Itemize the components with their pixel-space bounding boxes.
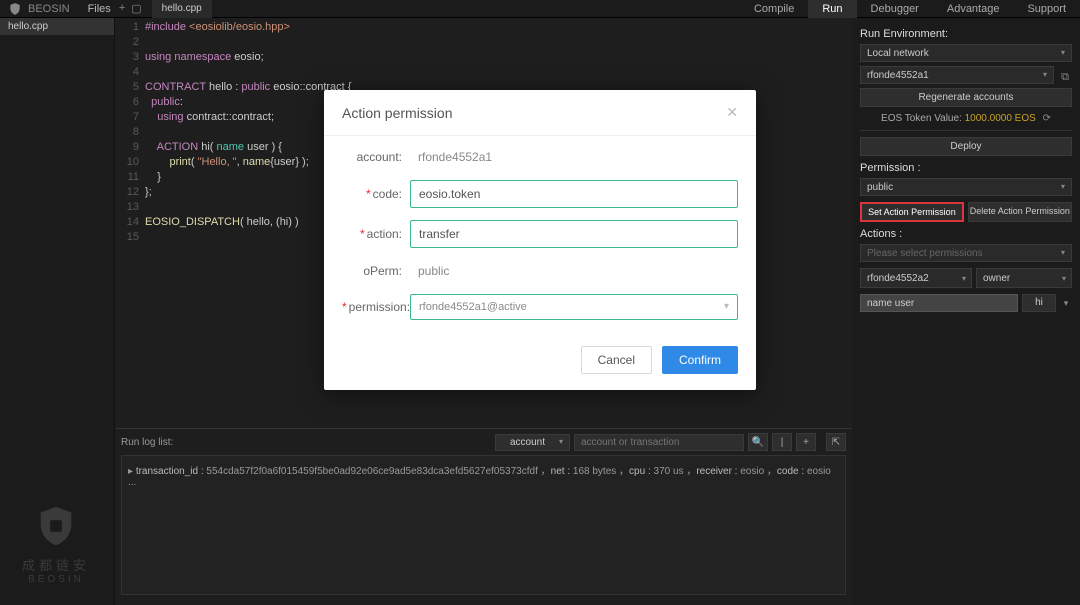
- action-permission-modal: Action permission ✕ account: rfonde4552a…: [324, 90, 756, 390]
- code-input[interactable]: [410, 180, 738, 208]
- cancel-button[interactable]: Cancel: [581, 346, 652, 374]
- modal-title: Action permission: [342, 105, 453, 121]
- account-label: account:: [342, 150, 410, 164]
- code-label: code:: [373, 187, 402, 201]
- modal-overlay: Action permission ✕ account: rfonde4552a…: [0, 0, 1080, 605]
- action-input[interactable]: [410, 220, 738, 248]
- operm-value: public: [410, 260, 738, 282]
- permission-select[interactable]: rfonde4552a1@active: [410, 294, 738, 320]
- account-value: rfonde4552a1: [410, 146, 738, 168]
- action-label: action:: [367, 227, 402, 241]
- permission-label: permission:: [349, 300, 410, 314]
- close-icon[interactable]: ✕: [726, 104, 738, 121]
- confirm-button[interactable]: Confirm: [662, 346, 738, 374]
- operm-label: oPerm:: [342, 264, 410, 278]
